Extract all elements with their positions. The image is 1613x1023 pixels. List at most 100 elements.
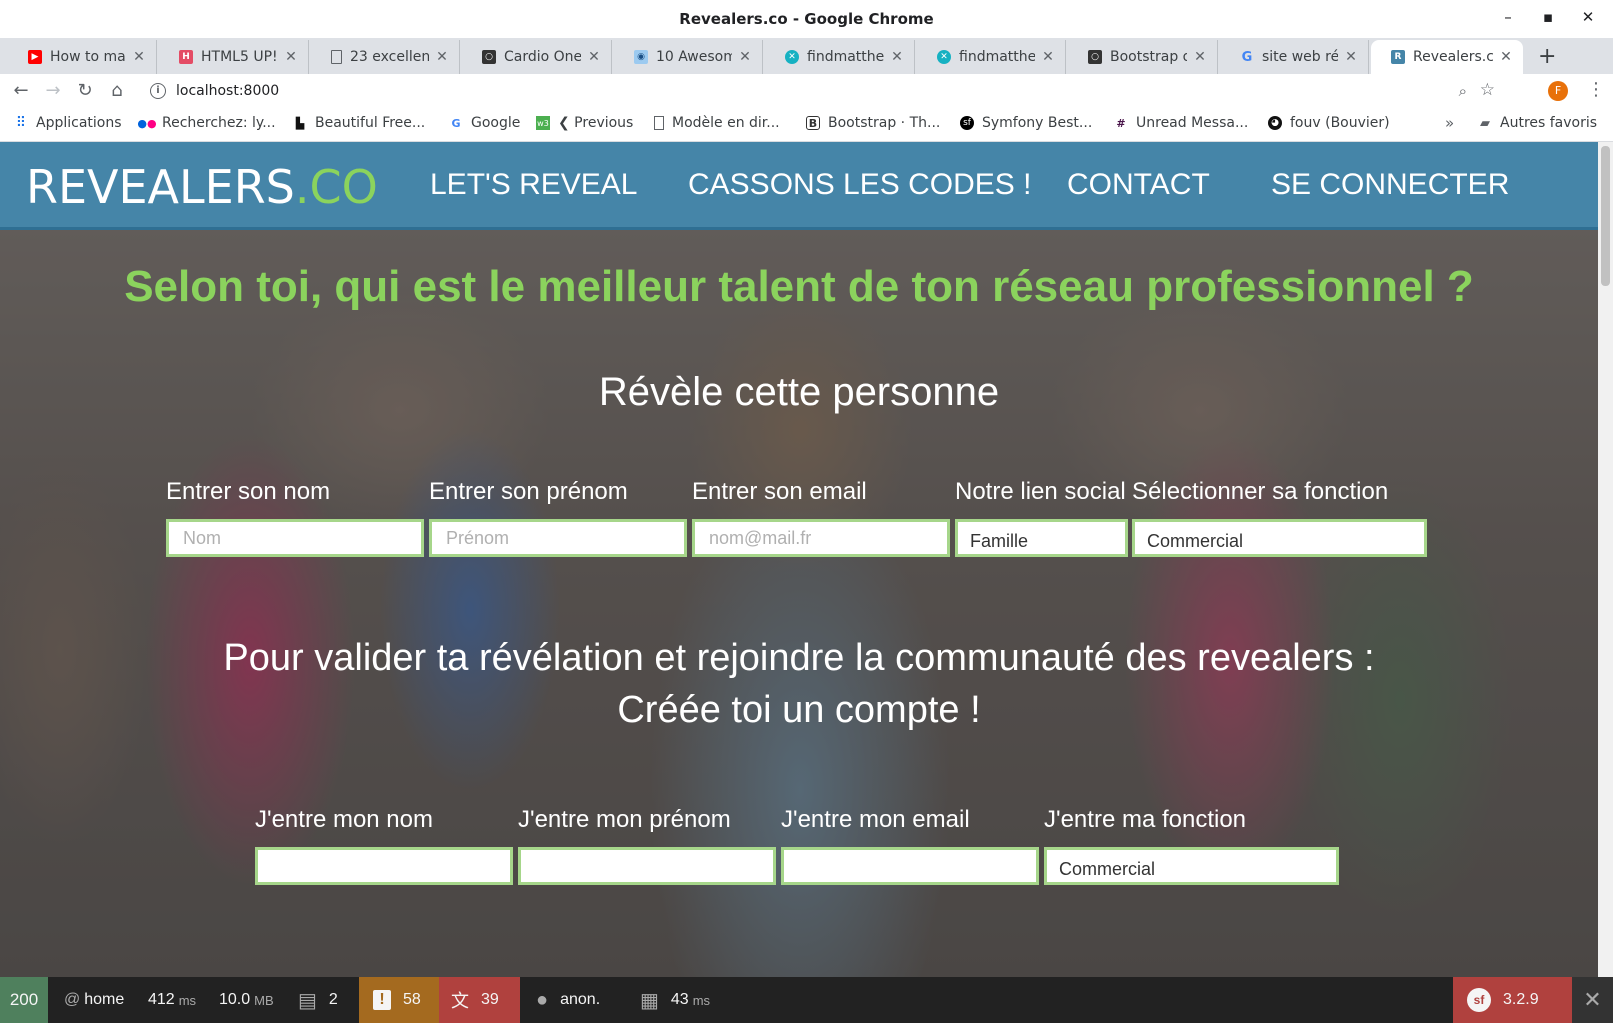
browser-tab[interactable]: 23 excellent ✕ [311, 40, 460, 74]
bookmark-item[interactable]: sf Symfony Best... [960, 115, 1092, 131]
bookmark-item[interactable]: ● ● Recherchez: ly... [137, 115, 275, 131]
close-window-icon[interactable]: ✕ [1581, 8, 1595, 26]
status-code[interactable]: 200 [0, 977, 48, 1023]
account-name-input[interactable] [255, 847, 513, 885]
reveal-email-input[interactable] [692, 519, 950, 557]
cta-line-2: Créée toi un compte ! [617, 689, 981, 731]
tab-title: HTML5 UP! R [201, 49, 278, 65]
browser-tab[interactable]: H HTML5 UP! R ✕ [159, 40, 309, 74]
nav-se-connecter[interactable]: SE CONNECTER [1271, 168, 1509, 202]
translation-panel[interactable]: 文 39 [439, 977, 520, 1023]
bookmark-item[interactable]: w3 ❮ Previous [536, 115, 633, 131]
nav-cassons-les-codes[interactable]: CASSONS LES CODES ! [688, 168, 1031, 202]
tab-close-icon[interactable]: ✕ [587, 49, 601, 65]
tab-close-icon[interactable]: ✕ [1344, 49, 1358, 65]
page-scrollbar[interactable] [1598, 142, 1613, 977]
reload-icon[interactable]: ↻ [74, 80, 96, 102]
route-item[interactable]: @ home [64, 977, 124, 1023]
nav-lets-reveal[interactable]: LET'S REVEAL [430, 168, 637, 202]
bookmark-label: Modèle en dir... [672, 115, 780, 131]
r-icon: R [1391, 50, 1405, 64]
browser-tab-active[interactable]: R Revealers.co ✕ [1371, 40, 1523, 74]
browser-tab[interactable]: G site web réve ✕ [1220, 40, 1369, 74]
window-controls: – ▪ ✕ [1501, 8, 1595, 26]
browser-tab[interactable]: ✕ findmatthew ✕ [917, 40, 1066, 74]
twig-panel[interactable]: ▦ 43 ms [640, 977, 710, 1023]
symfony-icon: sf [960, 116, 974, 130]
account-function-select[interactable]: Commercial [1044, 847, 1339, 885]
back-icon[interactable]: ← [10, 80, 32, 102]
bookmark-item[interactable]: G Google [449, 115, 520, 131]
tab-strip: ▶ How to make ✕ H HTML5 UP! R ✕ 23 excel… [0, 38, 1613, 74]
security-panel[interactable]: ● anon. [536, 977, 600, 1023]
account-email-input[interactable] [781, 847, 1039, 885]
site-info-icon[interactable]: i [150, 83, 166, 99]
home-icon[interactable]: ⌂ [106, 80, 128, 102]
bookmark-label: Symfony Best... [982, 115, 1093, 131]
profile-avatar[interactable]: F [1548, 81, 1568, 101]
logo-main: REVEALERS [26, 160, 295, 214]
reveal-name-label: Entrer son nom [166, 478, 331, 505]
zoom-icon[interactable]: ⌕ [1459, 82, 1467, 100]
memory-usage[interactable]: 10.0 MB [219, 977, 274, 1023]
maximize-icon[interactable]: ▪ [1541, 8, 1555, 26]
bookmark-item[interactable]: ◕ fouv (Bouvier) [1268, 115, 1390, 131]
bootstrap-square-icon: ○ [482, 50, 496, 64]
browser-toolbar: ← → ↻ ⌂ i localhost:8000 ⌕ ☆ F ⋮ [0, 74, 1613, 108]
site-logo[interactable]: REVEALERS.CO [26, 160, 378, 214]
page-icon [654, 116, 664, 130]
account-email-label: J'entre mon email [781, 806, 970, 833]
minimize-icon[interactable]: – [1501, 8, 1515, 26]
other-bookmarks[interactable]: ▰ Autres favoris [1478, 115, 1597, 131]
scrollbar-thumb[interactable] [1601, 146, 1610, 286]
browser-tab[interactable]: ▶ How to make ✕ [8, 40, 157, 74]
tab-close-icon[interactable]: ✕ [284, 49, 298, 65]
nav-contact[interactable]: CONTACT [1067, 168, 1210, 202]
w3-icon: w3 [536, 116, 550, 130]
bookmark-item[interactable]: ⠿ Applications [14, 115, 122, 131]
reveal-function-label: Sélectionner sa fonction [1132, 478, 1389, 505]
forms-panel[interactable]: ▤ 2 [298, 977, 338, 1023]
flickr-icon: ● ● [137, 116, 157, 130]
bookmark-label: Bootstrap · Th... [828, 115, 941, 131]
request-time[interactable]: 412 ms [148, 977, 196, 1023]
tab-close-icon[interactable]: ✕ [1193, 49, 1207, 65]
tab-close-icon[interactable]: ✕ [1499, 49, 1513, 65]
url-text[interactable]: localhost:8000 [176, 83, 279, 99]
browser-tab[interactable]: ✕ findmatthew ✕ [765, 40, 915, 74]
bookmark-item[interactable]: # Unread Messa... [1114, 115, 1248, 131]
memory-unit: MB [254, 992, 274, 1008]
close-toolbar-icon[interactable]: ✕ [1572, 977, 1613, 1023]
browser-tab[interactable]: ◉ 10 Awesome ✕ [614, 40, 763, 74]
browser-tab[interactable]: ○ Cardio One P ✕ [462, 40, 612, 74]
tab-close-icon[interactable]: ✕ [890, 49, 904, 65]
forward-icon[interactable]: → [42, 80, 64, 102]
bookmarks-overflow-icon[interactable]: » [1445, 114, 1454, 132]
reveal-firstname-input[interactable] [429, 519, 687, 557]
bookmark-item[interactable]: ▙ Beautiful Free... [293, 115, 425, 131]
reveal-link-select[interactable]: Famille [955, 519, 1128, 557]
browser-tab[interactable]: ○ Bootstrap or ✕ [1068, 40, 1218, 74]
reveal-name-input[interactable] [166, 519, 424, 557]
bookmark-item[interactable]: B Bootstrap · Th... [806, 115, 940, 131]
reveal-title: Révèle cette personne [598, 370, 1000, 414]
site-header: REVEALERS.CO LET'S REVEAL CASSONS LES CO… [0, 142, 1598, 230]
tab-close-icon[interactable]: ✕ [435, 49, 449, 65]
address-bar[interactable]: i localhost:8000 ⌕ ☆ [142, 77, 1517, 105]
tab-close-icon[interactable]: ✕ [1041, 49, 1055, 65]
tab-title: 10 Awesome [656, 49, 732, 65]
bookmark-item[interactable]: Modèle en dir... [654, 115, 780, 131]
tab-close-icon[interactable]: ✕ [738, 49, 752, 65]
reveal-function-select[interactable]: Commercial [1132, 519, 1427, 557]
bootstrap-icon: B [806, 116, 820, 130]
memory-value: 10.0 [219, 991, 251, 1008]
bookmarks-bar: ⠿ Applications ● ● Recherchez: ly... ▙ Be… [0, 108, 1613, 142]
page-viewport: REVEALERS.CO LET'S REVEAL CASSONS LES CO… [0, 142, 1598, 977]
logs-panel[interactable]: ! 58 [359, 977, 439, 1023]
tab-close-icon[interactable]: ✕ [132, 49, 146, 65]
bookmark-star-icon[interactable]: ☆ [1480, 80, 1495, 100]
account-firstname-input[interactable] [518, 847, 776, 885]
chrome-menu-icon[interactable]: ⋮ [1587, 79, 1605, 100]
symfony-version-panel[interactable]: sf 3.2.9 [1453, 977, 1572, 1023]
new-tab-icon[interactable]: + [1538, 44, 1556, 69]
